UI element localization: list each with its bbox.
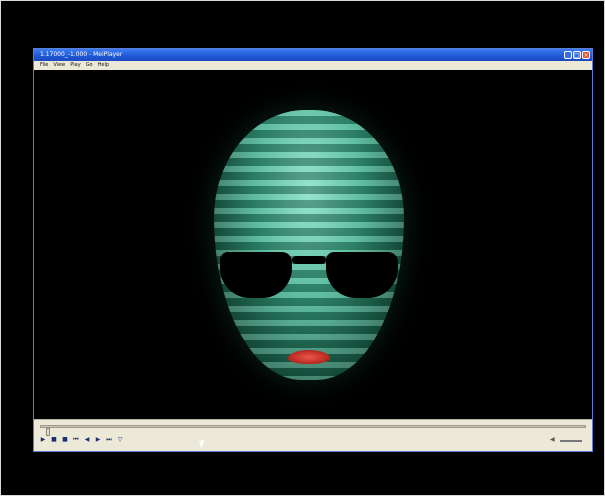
volume-slider[interactable] [560,440,582,442]
pause-button[interactable]: ■ [51,437,57,443]
title-bar[interactable]: 1.17000_-1.000 - MeiPlayer _ □ × [34,49,592,61]
window-controls: _ □ × [564,51,590,59]
menu-help[interactable]: Help [98,61,109,70]
menu-go[interactable]: Go [86,61,93,70]
rewind-button[interactable]: ◀ [84,437,90,443]
control-bar: ▶ ■ ■ ⏮ ◀ ▶ ⏭ ▽ ◀ [34,419,592,451]
lips [288,350,330,364]
previous-button[interactable]: ⏮ [73,437,79,443]
next-button[interactable]: ⏭ [106,437,112,443]
window-title: 1.17000_-1.000 - MeiPlayer [40,51,123,58]
menu-play[interactable]: Play [70,61,80,70]
face-image [214,110,404,380]
speaker-icon[interactable]: ◀ [550,436,555,443]
seek-handle[interactable] [46,428,50,436]
sunglasses-bridge [292,256,326,264]
media-player-window: 1.17000_-1.000 - MeiPlayer _ □ × File Vi… [33,48,593,452]
stop-button[interactable]: ■ [62,437,68,443]
minimize-button[interactable]: _ [564,51,572,59]
close-button[interactable]: × [582,51,590,59]
video-area[interactable] [34,70,592,419]
menu-bar: File View Play Go Help [34,61,592,70]
volume-control[interactable]: ◀ [550,436,582,444]
play-button[interactable]: ▶ [40,437,46,443]
eject-button[interactable]: ▽ [117,437,123,443]
forward-button[interactable]: ▶ [95,437,101,443]
transport-buttons: ▶ ■ ■ ⏮ ◀ ▶ ⏭ ▽ [40,437,123,443]
menu-file[interactable]: File [40,61,48,70]
menu-view[interactable]: View [53,61,65,70]
video-frame-face [214,110,404,380]
maximize-button[interactable]: □ [573,51,581,59]
seek-bar[interactable] [40,425,586,436]
